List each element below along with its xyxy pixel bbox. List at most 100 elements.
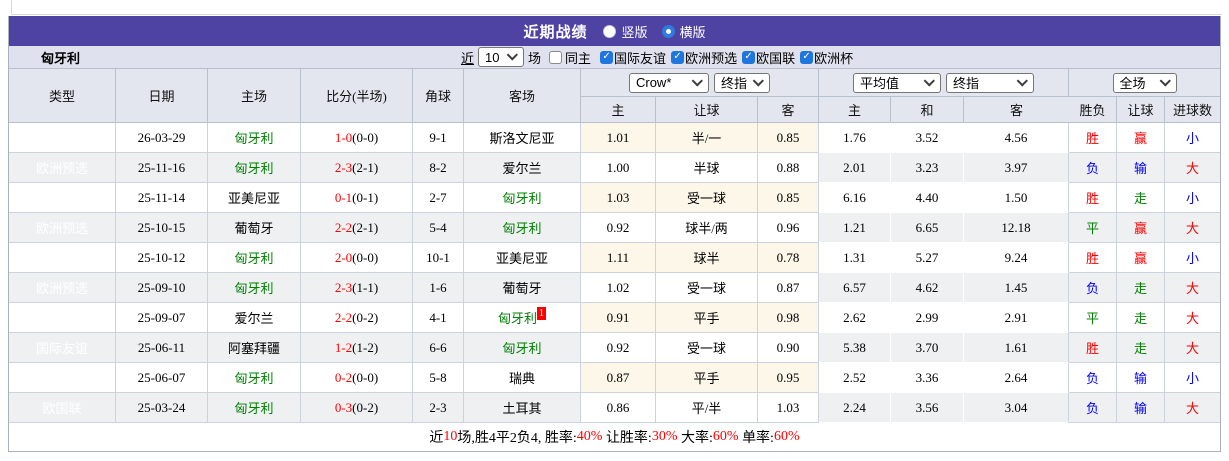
corners-cell: 1-6 <box>413 273 464 303</box>
odds-stage-value: 终指 <box>720 76 747 91</box>
fulltime-score: 2-2 <box>334 219 353 235</box>
fulltime-score: 0-1 <box>334 189 353 205</box>
match-row: 欧洲预选 25-11-14 亚美尼亚 0-1 (0-1) 2-7 匈牙利 1.03… <box>9 183 1220 213</box>
result-goals-cell: 大 <box>1165 213 1220 243</box>
match-row: 欧洲预选 25-11-16 匈牙利 2-3 (2-1) 8-2 爱尔兰 1.00 … <box>9 153 1220 183</box>
result-goals-cell: 大 <box>1165 303 1220 333</box>
match-date: 25-03-24 <box>116 393 208 423</box>
score-cell: 2-3 (2-1) <box>301 153 413 183</box>
avg-away-cell: 9.24 <box>964 243 1069 273</box>
result-goals-cell: 大 <box>1165 273 1220 303</box>
view-mode-radios: 竖版 横版 <box>603 22 706 41</box>
result-goals-cell: 大 <box>1165 153 1220 183</box>
col-result: 胜负 <box>1069 97 1117 123</box>
recent-count-select[interactable]: 10 <box>478 47 525 67</box>
same-home-checkbox[interactable]: 同主 <box>549 48 591 67</box>
avg-home-cell: 5.38 <box>819 333 891 363</box>
filter-bar: 匈牙利 近 10 场 同主 国际友谊 欧洲预选 欧国联 欧洲杯 <box>9 46 1220 69</box>
col-date: 日期 <box>116 69 208 123</box>
result-goals-cell: 小 <box>1165 123 1220 153</box>
col-odds-handicap: 让球 <box>656 97 758 123</box>
halftime-score: (0-2) <box>352 309 379 325</box>
match-summary: 近 10 场,胜4平2负4, 胜率: 40% 让胜率: 30% 大率: 60% 单率: 60… <box>9 423 1220 451</box>
score-cell: 0-3 (0-2) <box>301 393 413 423</box>
odds-company-select[interactable]: Crow* <box>628 72 709 93</box>
competition-label: 欧国联 <box>756 50 796 66</box>
halftime-score: (2-1) <box>352 219 379 235</box>
competition-label: 欧洲预选 <box>685 50 738 66</box>
match-row: 欧洲预选 25-09-10 匈牙利 2-3 (1-1) 1-6 葡萄牙 1.02 … <box>9 273 1220 303</box>
match-date: 25-06-11 <box>116 333 208 363</box>
away-team: 匈牙利 <box>464 333 581 363</box>
away-team: 斯洛文尼亚 <box>464 123 581 153</box>
match-date: 25-11-14 <box>116 183 208 213</box>
col-odds-home: 主 <box>581 97 656 123</box>
avg-draw-cell: 3.52 <box>891 123 964 153</box>
filter-cluster: 近 10 场 同主 国际友谊 欧洲预选 欧国联 欧洲杯 <box>461 46 853 68</box>
odds-stage-select[interactable]: 终指 <box>713 72 770 93</box>
chevron-down-icon <box>691 74 703 87</box>
halftime-score: (2-1) <box>352 159 379 175</box>
avg-home-cell: 6.57 <box>819 273 891 303</box>
corners-cell: 6-6 <box>413 333 464 363</box>
scope-value: 全场 <box>1119 76 1146 91</box>
col-score: 比分(半场) <box>301 69 413 123</box>
corners-cell: 10-1 <box>413 243 464 273</box>
away-team: 爱尔兰 <box>464 153 581 183</box>
competition-checkbox[interactable]: 国际友谊 <box>600 48 666 67</box>
away-team-name: 爱尔兰 <box>502 161 542 176</box>
avg-source-value: 平均值 <box>860 76 900 91</box>
result-goals-cell: 大 <box>1165 333 1220 363</box>
match-date: 25-09-07 <box>116 303 208 333</box>
title-bar: 近期战绩 竖版 横版 <box>9 16 1220 46</box>
competition-checkbox[interactable]: 欧洲杯 <box>800 48 853 67</box>
col-odds-away: 客 <box>758 97 819 123</box>
avg-away-cell: 2.91 <box>964 303 1069 333</box>
odds-handicap-cell: 平手 <box>656 363 758 393</box>
competition-checkbox[interactable]: 欧洲预选 <box>671 48 737 67</box>
checkbox-icon <box>600 50 614 64</box>
summary-segment: 大率: <box>677 431 713 446</box>
avg-away-cell: 3.97 <box>964 153 1069 183</box>
score-cell: 2-2 (2-1) <box>301 213 413 243</box>
avg-home-cell: 1.21 <box>819 213 891 243</box>
col-avg-draw: 和 <box>891 97 964 123</box>
fulltime-score: 0-3 <box>334 399 353 415</box>
away-team: 匈牙利 <box>464 213 581 243</box>
fulltime-score: 2-2 <box>334 309 353 325</box>
same-home-label: 同主 <box>565 50 592 66</box>
competition-badge: 欧洲预选 <box>9 273 116 303</box>
view-mode-radio[interactable]: 横版 <box>661 22 706 41</box>
match-date: 25-06-07 <box>116 363 208 393</box>
odds-home-cell: 0.86 <box>581 393 656 423</box>
odds-handicap-cell: 半球 <box>656 153 758 183</box>
away-team-name: 匈牙利 <box>502 341 542 356</box>
view-mode-radio[interactable]: 竖版 <box>603 22 648 41</box>
chevron-down-icon <box>1159 74 1171 87</box>
result-handicap-cell: 赢 <box>1117 243 1165 273</box>
odds-home-cell: 1.01 <box>581 123 656 153</box>
summary-segment: 让胜率: <box>602 431 652 446</box>
result-outcome-cell: 胜 <box>1069 183 1117 213</box>
halftime-score: (0-0) <box>352 129 379 145</box>
team-name: 匈牙利 <box>41 50 81 66</box>
result-outcome-cell: 平 <box>1069 303 1117 333</box>
match-row: 欧洲预选 25-10-12 匈牙利 2-0 (0-0) 10-1 亚美尼亚 1.1… <box>9 243 1220 273</box>
home-team: 葡萄牙 <box>208 213 301 243</box>
fulltime-score: 1-2 <box>334 339 353 355</box>
recent-label: 近 <box>461 50 475 66</box>
odds-handicap-cell: 受一球 <box>656 333 758 363</box>
odds-away-cell: 1.03 <box>758 393 819 423</box>
home-team: 匈牙利 <box>208 243 301 273</box>
summary-segment: 10 <box>443 429 458 444</box>
avg-source-select[interactable]: 平均值 <box>853 72 941 93</box>
corners-cell: 5-4 <box>413 213 464 243</box>
competition-checkbox[interactable]: 欧国联 <box>742 48 795 67</box>
scope-select[interactable]: 全场 <box>1112 72 1177 93</box>
summary-segment: 单率: <box>738 431 774 446</box>
competition-badge: 欧洲预选 <box>9 213 116 243</box>
away-team-name: 匈牙利 <box>502 221 542 236</box>
avg-stage-select[interactable]: 终指 <box>946 72 1034 93</box>
away-team-name: 匈牙利 <box>502 191 542 206</box>
away-team: 土耳其 <box>464 393 581 423</box>
